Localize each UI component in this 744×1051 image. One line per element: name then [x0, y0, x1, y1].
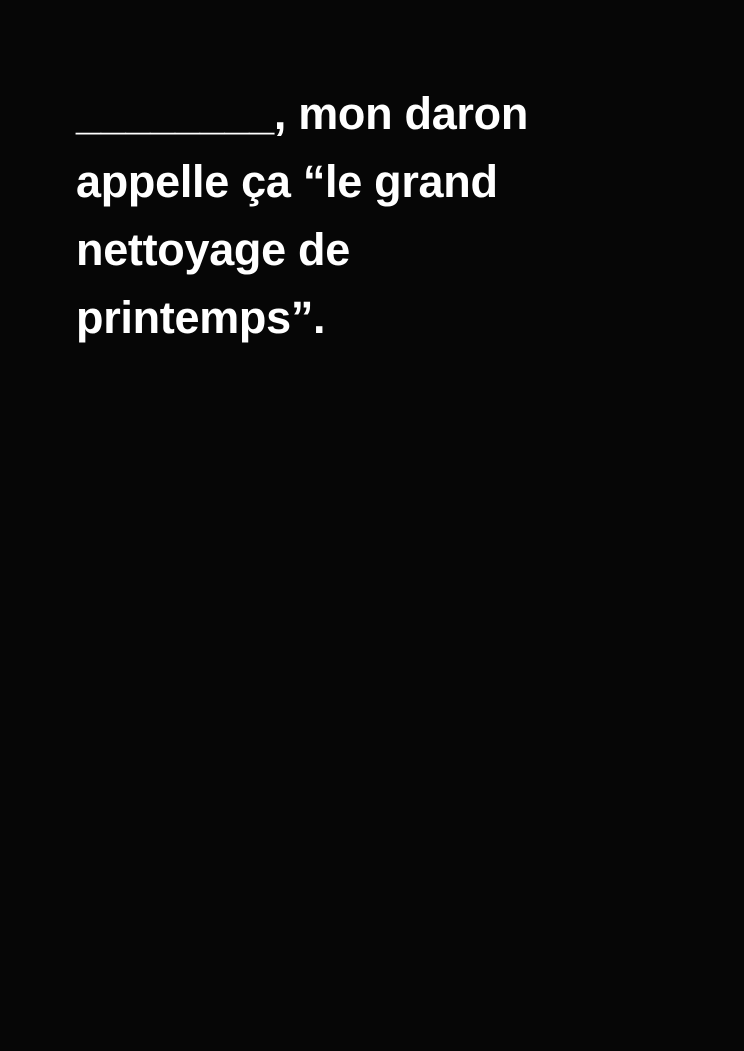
prompt-line-2: appelle ça “le grand	[76, 156, 498, 207]
card-prompt-text: ________, mon daron appelle ça “le grand…	[76, 80, 686, 352]
black-card: ________, mon daron appelle ça “le grand…	[0, 0, 744, 1051]
prompt-line-4: printemps”.	[76, 292, 326, 343]
prompt-line-1: ________, mon daron	[76, 88, 529, 139]
prompt-line-3: nettoyage de	[76, 224, 350, 275]
